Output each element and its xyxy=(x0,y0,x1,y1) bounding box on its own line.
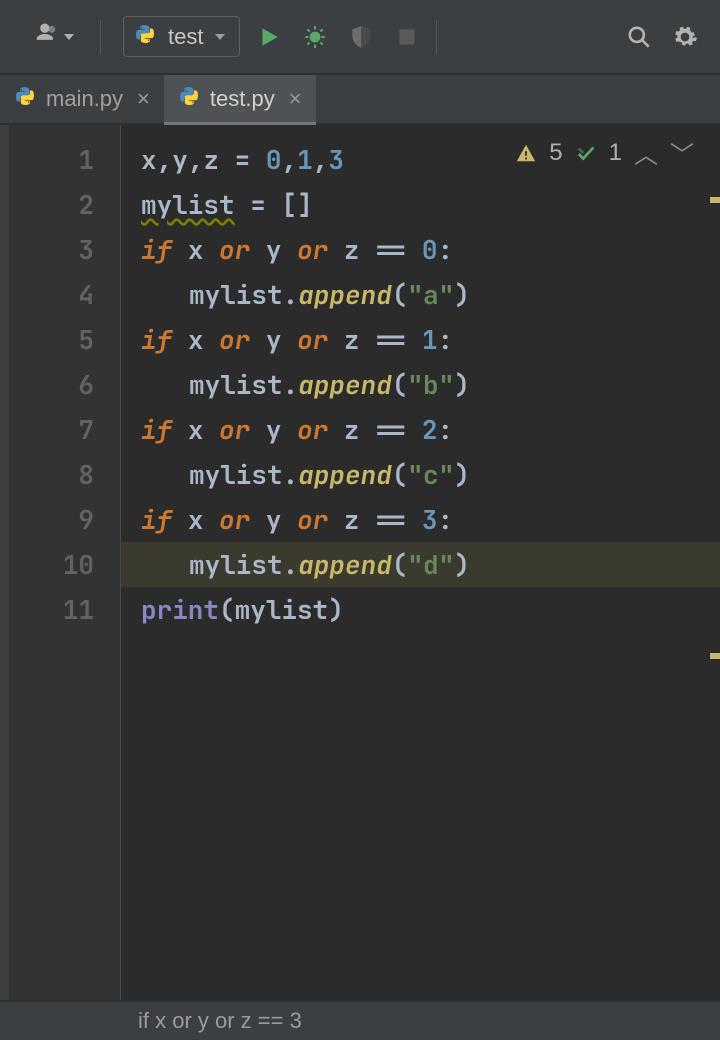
run-config-label: test xyxy=(168,24,203,50)
tab-main-py[interactable]: main.py × xyxy=(0,75,164,123)
python-icon xyxy=(134,23,156,50)
search-button[interactable] xyxy=(622,20,656,54)
line-number[interactable]: 10 xyxy=(10,542,120,587)
close-icon[interactable]: × xyxy=(137,86,150,112)
line-number[interactable]: 7 xyxy=(10,407,120,452)
warnings-count: 5 xyxy=(549,139,562,167)
warning-icon xyxy=(515,142,537,164)
code-line[interactable]: mylist.append("d") xyxy=(121,542,720,587)
code-line[interactable]: if x or y or z == 1: xyxy=(121,317,720,362)
tab-label: main.py xyxy=(46,86,123,112)
run-button[interactable] xyxy=(252,20,286,54)
weak-warnings-count: 1 xyxy=(609,139,622,167)
error-stripe[interactable] xyxy=(708,125,720,1000)
line-number[interactable]: 5 xyxy=(10,317,120,362)
breadcrumb-text: if x or y or z == 3 xyxy=(138,1008,302,1034)
main-toolbar: test xyxy=(0,0,720,75)
code-area[interactable]: 5 1 ︿ ﹀ x,y,z = 0,1,3mylist = []if x or … xyxy=(120,125,720,1000)
tab-test-py[interactable]: test.py × xyxy=(164,75,316,123)
editor-tabs: main.py × test.py × xyxy=(0,75,720,125)
user-icon xyxy=(32,20,60,53)
stop-button[interactable] xyxy=(390,20,424,54)
line-number[interactable]: 2 xyxy=(10,182,120,227)
code-line[interactable]: mylist.append("c") xyxy=(121,452,720,497)
inspections-widget[interactable]: 5 1 ︿ ﹀ xyxy=(515,135,694,170)
code-line[interactable]: mylist.append("a") xyxy=(121,272,720,317)
close-icon[interactable]: × xyxy=(289,86,302,112)
next-highlight-icon[interactable]: ﹀ xyxy=(670,135,694,170)
code-line[interactable]: if x or y or z == 3: xyxy=(121,497,720,542)
editor: 1234567891011 5 1 ︿ ﹀ x,y,z = 0,1,3mylis… xyxy=(0,125,720,1000)
prev-highlight-icon[interactable]: ︿ xyxy=(634,135,658,170)
editor-left-edge xyxy=(0,125,10,1000)
line-number[interactable]: 8 xyxy=(10,452,120,497)
run-config-selector[interactable]: test xyxy=(123,16,240,57)
toolbar-separator xyxy=(100,20,101,54)
code-line[interactable]: print(mylist) xyxy=(121,587,720,632)
code-line[interactable]: mylist.append("b") xyxy=(121,362,720,407)
code-line[interactable]: mylist = [] xyxy=(121,182,720,227)
tab-label: test.py xyxy=(210,86,275,112)
code-line[interactable]: if x or y or z == 2: xyxy=(121,407,720,452)
settings-button[interactable] xyxy=(668,20,702,54)
vcs-user-button[interactable] xyxy=(18,20,88,53)
line-number[interactable]: 11 xyxy=(10,587,120,632)
chevron-down-icon xyxy=(215,34,225,40)
chevron-down-icon xyxy=(64,34,74,40)
code-line[interactable]: if x or y or z == 0: xyxy=(121,227,720,272)
toolbar-separator xyxy=(436,20,437,54)
debug-button[interactable] xyxy=(298,20,332,54)
line-number[interactable]: 3 xyxy=(10,227,120,272)
line-number[interactable]: 1 xyxy=(10,137,120,182)
python-icon xyxy=(178,85,200,113)
python-icon xyxy=(14,85,36,113)
gutter[interactable]: 1234567891011 xyxy=(10,125,120,1000)
coverage-button[interactable] xyxy=(344,20,378,54)
breadcrumb-bar[interactable]: if x or y or z == 3 xyxy=(0,1000,720,1040)
weak-warning-icon xyxy=(575,142,597,164)
line-number[interactable]: 4 xyxy=(10,272,120,317)
line-number[interactable]: 6 xyxy=(10,362,120,407)
line-number[interactable]: 9 xyxy=(10,497,120,542)
